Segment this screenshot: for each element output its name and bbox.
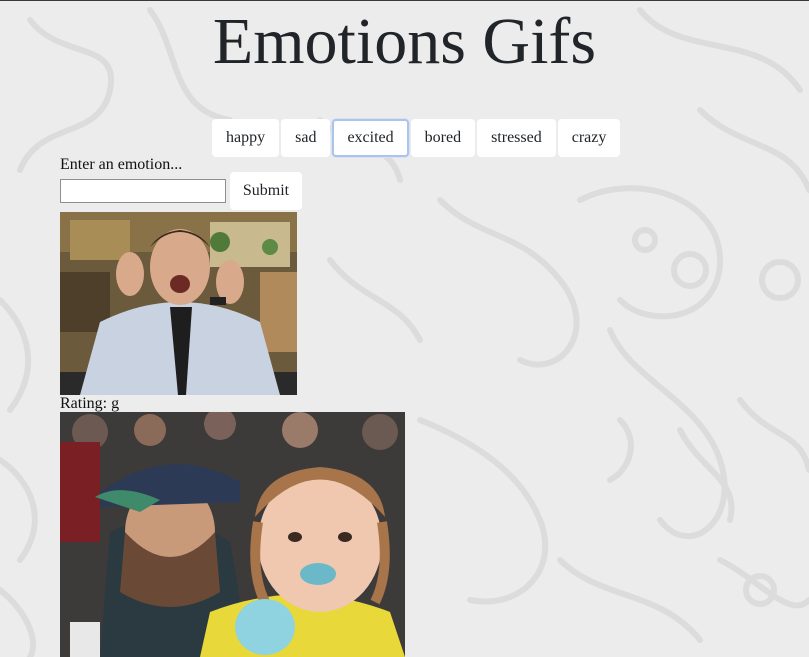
- emotion-button-happy[interactable]: happy: [212, 119, 280, 157]
- rating-label: Rating: g: [60, 395, 120, 412]
- emotion-input-label: Enter an emotion...: [60, 156, 183, 173]
- gif-image: [60, 212, 297, 395]
- submit-button[interactable]: Submit: [230, 172, 302, 210]
- emotion-input[interactable]: [60, 179, 226, 203]
- gif-image: [60, 412, 405, 657]
- top-border-line: [0, 0, 809, 1]
- emotion-button-group: happy sad excited bored stressed crazy: [212, 119, 622, 157]
- emotion-button-excited[interactable]: excited: [332, 119, 409, 157]
- page-title: Emotions Gifs: [212, 5, 597, 78]
- emotion-button-stressed[interactable]: stressed: [477, 119, 556, 157]
- emotion-button-bored[interactable]: bored: [410, 119, 476, 157]
- emotion-button-crazy[interactable]: crazy: [557, 119, 621, 157]
- emotion-button-sad[interactable]: sad: [281, 119, 331, 157]
